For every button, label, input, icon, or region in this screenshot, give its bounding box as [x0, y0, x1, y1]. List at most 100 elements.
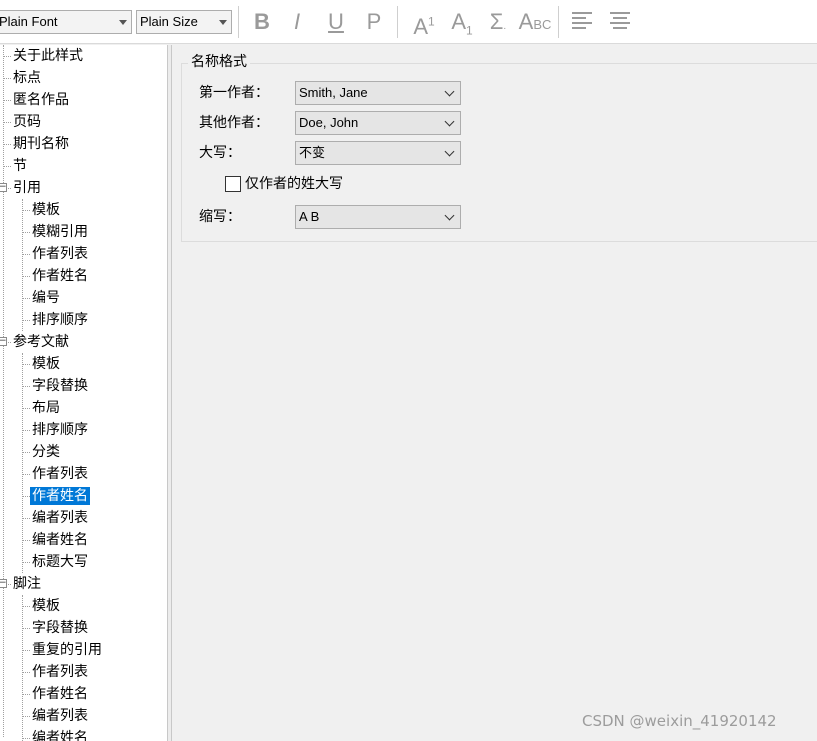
tree-node[interactable]: 布局 [30, 397, 62, 419]
tree-node-label: 编者列表 [32, 708, 88, 724]
sigma-icon: Σ [489, 9, 504, 34]
tree-node[interactable]: 排序顺序 [30, 419, 90, 441]
other-authors-select[interactable]: Doe, John [295, 111, 461, 135]
tree-connector [3, 78, 11, 79]
tree-node[interactable]: 标点 [11, 67, 43, 89]
bold-icon: B [254, 9, 270, 34]
capitalization-value: 不变 [299, 145, 326, 160]
tree-node[interactable]: 模板 [30, 199, 62, 221]
capitalization-select[interactable]: 不变 [295, 141, 461, 165]
superscript-icon: A1 [413, 14, 434, 39]
surname-only-caps-label[interactable]: 仅作者的姓大写 [245, 173, 343, 195]
tree-node[interactable]: 字段替换 [30, 375, 90, 397]
other-authors-label: 其他作者： [199, 115, 269, 131]
tree-node[interactable]: 编者列表 [30, 705, 90, 727]
first-author-select[interactable]: Smith, Jane [295, 81, 461, 105]
align-left-icon[interactable] [572, 12, 592, 30]
tree-node[interactable]: 作者姓名 [30, 485, 90, 507]
formatting-toolbar: Plain Font Plain Size B I U P A1 A1 Σ. A… [0, 0, 817, 44]
tree-node[interactable]: 编号 [30, 287, 62, 309]
tree-connector [3, 56, 11, 57]
tree-node[interactable]: 排序顺序 [30, 309, 90, 331]
splitter[interactable] [167, 45, 172, 741]
tree-node[interactable]: 作者列表 [30, 463, 90, 485]
tree-node[interactable]: 关于此样式 [11, 45, 85, 67]
capitalization-label: 大写： [199, 145, 241, 161]
underline-button[interactable]: U [324, 6, 348, 38]
tree-node-label: 脚注 [13, 576, 41, 592]
name-format-group [181, 63, 817, 242]
plain-text-icon: P [366, 9, 382, 34]
size-combo[interactable]: Plain Size [136, 10, 232, 34]
tree-connector [22, 298, 30, 299]
dropdown-arrow-icon [219, 20, 227, 25]
tree-node-label: 模板 [32, 356, 60, 372]
tree-group-node[interactable]: 引用 [11, 177, 43, 199]
tree-connector [3, 166, 11, 167]
tree-connector [3, 122, 11, 123]
plain-button[interactable]: P [362, 6, 386, 38]
collapse-icon[interactable]: − [0, 183, 7, 192]
superscript-button[interactable]: A1 [409, 6, 439, 39]
collapse-icon[interactable]: − [0, 337, 7, 346]
tree-node[interactable]: 分类 [30, 441, 62, 463]
tree-node-label: 模板 [32, 598, 60, 614]
tree-node-label: 编者姓名 [32, 532, 88, 548]
tree-group-node[interactable]: 参考文献 [11, 331, 71, 353]
smallcaps-button[interactable]: ABC [518, 6, 552, 38]
tree-node-label: 排序顺序 [32, 422, 88, 438]
tree-node[interactable]: 页码 [11, 111, 43, 133]
tree-node[interactable]: 节 [11, 155, 29, 177]
tree-node-label: 重复的引用 [32, 642, 102, 658]
tree-node[interactable]: 作者列表 [30, 243, 90, 265]
tree-connector [22, 738, 30, 739]
tree-node-label: 参考文献 [13, 334, 69, 350]
tree-node[interactable]: 编者姓名 [30, 529, 90, 551]
tree-connector [22, 386, 30, 387]
tree-connector [22, 628, 30, 629]
tree-node[interactable]: 作者姓名 [30, 265, 90, 287]
tree-connector [22, 452, 30, 453]
tree-node-label: 作者姓名 [30, 487, 90, 505]
underline-icon: U [328, 9, 344, 34]
tree-node[interactable]: 作者列表 [30, 661, 90, 683]
font-combo[interactable]: Plain Font [0, 10, 132, 34]
italic-button[interactable]: I [286, 6, 308, 38]
tree-node[interactable]: 模糊引用 [30, 221, 90, 243]
tree-node[interactable]: 编者姓名 [30, 727, 90, 741]
tree-node[interactable]: 字段替换 [30, 617, 90, 639]
tree-node[interactable]: 模板 [30, 595, 62, 617]
tree-node[interactable]: 模板 [30, 353, 62, 375]
tree-connector [22, 320, 30, 321]
tree-node[interactable]: 编者列表 [30, 507, 90, 529]
tree-node[interactable]: 匿名作品 [11, 89, 71, 111]
smallcaps-small: BC [533, 17, 552, 32]
tree-node-label: 作者列表 [32, 466, 88, 482]
tree-group-node[interactable]: 脚注 [11, 573, 43, 595]
toolbar-separator [238, 6, 239, 38]
subscript-button[interactable]: A1 [448, 6, 476, 38]
tree-node-label: 期刊名称 [13, 136, 69, 152]
tree-connector [22, 518, 30, 519]
subscript-mark: 1 [466, 23, 473, 38]
watermark: CSDN @weixin_41920142 [582, 712, 777, 730]
tree-connector [22, 540, 30, 541]
symbol-button[interactable]: Σ. [484, 6, 512, 38]
tree-node[interactable]: 期刊名称 [11, 133, 71, 155]
bold-button[interactable]: B [250, 6, 274, 38]
abbreviation-select[interactable]: A B [295, 205, 461, 229]
collapse-icon[interactable]: − [0, 579, 7, 588]
tree-node[interactable]: 作者姓名 [30, 683, 90, 705]
tree-node[interactable]: 重复的引用 [30, 639, 104, 661]
chevron-down-icon [444, 116, 455, 127]
tree-connector [22, 408, 30, 409]
style-section-tree[interactable]: 关于此样式 标点 匿名作品 页码 期刊名称节引用 − 模板 模糊引用 作者列表 作者姓名 编号 排序顺… [0, 45, 167, 741]
superscript-letter: A [413, 14, 428, 40]
tree-connector [22, 254, 30, 255]
surname-only-caps-checkbox[interactable] [225, 176, 241, 192]
tree-node-label: 标点 [13, 70, 41, 86]
tree-connector [3, 100, 11, 101]
superscript-mark: 1 [428, 15, 435, 29]
align-center-icon[interactable] [610, 12, 630, 30]
tree-node[interactable]: 标题大写 [30, 551, 90, 573]
